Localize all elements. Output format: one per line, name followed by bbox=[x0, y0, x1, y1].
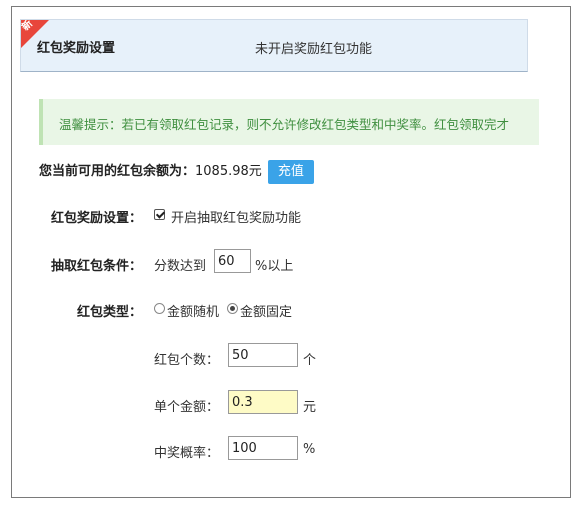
type-label: 红包类型： bbox=[76, 305, 142, 320]
balance-label: 您当前可用的红包余额为： bbox=[39, 164, 196, 179]
radio-random-label[interactable]: 金额随机 bbox=[167, 301, 219, 320]
condition-prefix: 分数达到 bbox=[154, 259, 207, 274]
count-input[interactable] bbox=[228, 343, 298, 367]
enable-reward-label[interactable]: 开启抽取红包奖励功能 bbox=[171, 207, 301, 226]
count-unit: 个 bbox=[303, 353, 317, 368]
amount-unit: 元 bbox=[303, 400, 317, 415]
balance-row: 您当前可用的红包余额为：1085.98元 充值 bbox=[39, 160, 314, 184]
reward-setting-label: 红包奖励设置： bbox=[50, 211, 142, 226]
count-label: 红包个数： bbox=[154, 353, 220, 368]
balance-value: 1085.98元 bbox=[195, 164, 262, 179]
condition-label: 抽取红包条件： bbox=[50, 259, 142, 274]
section-header: 新 红包奖励设置 未开启奖励红包功能 bbox=[20, 19, 528, 72]
settings-panel: 新 红包奖励设置 未开启奖励红包功能 温馨提示：若已有领取红包记录，则不允许修改… bbox=[11, 6, 571, 498]
radio-random-amount[interactable] bbox=[154, 303, 165, 314]
notice-box: 温馨提示：若已有领取红包记录，则不允许修改红包类型和中奖率。红包领取完才 bbox=[39, 99, 539, 145]
score-threshold-input[interactable] bbox=[214, 249, 251, 273]
enable-reward-checkbox[interactable] bbox=[154, 209, 165, 220]
amount-label: 单个金额： bbox=[154, 400, 220, 415]
section-title: 红包奖励设置 bbox=[37, 41, 116, 56]
recharge-button[interactable]: 充值 bbox=[267, 160, 314, 184]
amount-input[interactable] bbox=[228, 390, 298, 414]
radio-fixed-amount[interactable] bbox=[227, 303, 238, 314]
radio-fixed-label[interactable]: 金额固定 bbox=[240, 301, 292, 320]
status-text: 未开启奖励红包功能 bbox=[255, 42, 373, 57]
condition-suffix: %以上 bbox=[255, 259, 294, 274]
probability-label: 中奖概率： bbox=[154, 446, 220, 461]
notice-text: 温馨提示：若已有领取红包记录，则不允许修改红包类型和中奖率。红包领取完才 bbox=[59, 117, 510, 132]
probability-unit: % bbox=[303, 442, 316, 457]
probability-input[interactable] bbox=[228, 436, 298, 460]
